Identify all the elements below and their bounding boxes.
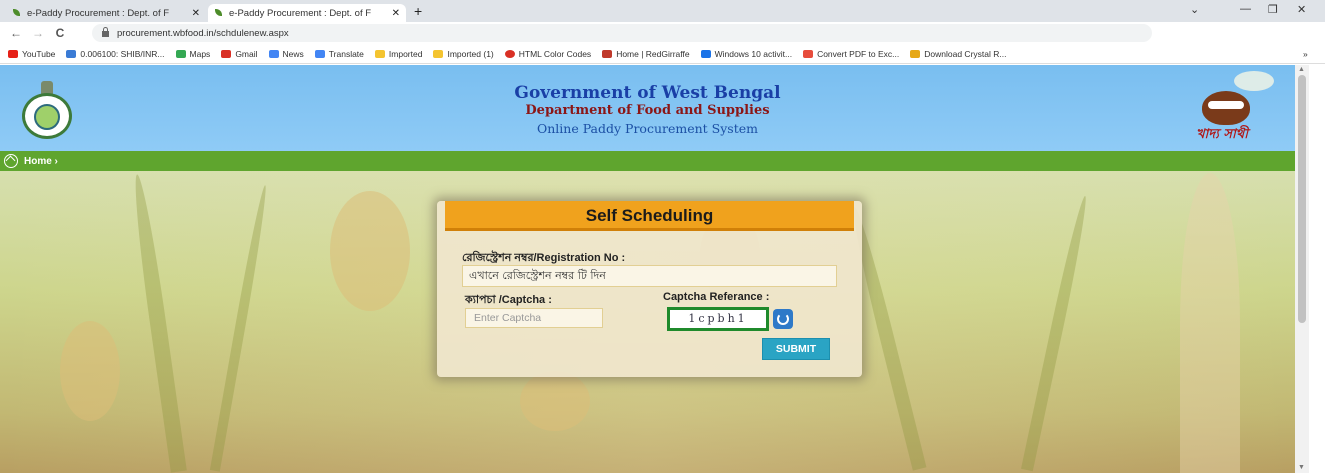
home-icon[interactable]: [4, 154, 18, 168]
browser-tab-bar: e-Paddy Procurement : Dept. of F ✕ e-Pad…: [0, 0, 1325, 22]
captcha-image: 1cpbh1: [667, 307, 769, 331]
bookmark-item[interactable]: Windows 10 activit...: [700, 49, 792, 59]
bookmark-item[interactable]: Home | RedGirraffe: [602, 49, 690, 59]
site-header: Government of West Bengal Department of …: [0, 65, 1295, 151]
gmail-icon: [221, 49, 232, 58]
captcha-reference-label: Captcha Referance :: [663, 291, 770, 303]
folder-icon: [374, 49, 385, 58]
youtube-icon: [8, 49, 18, 58]
reload-icon[interactable]: C: [54, 26, 66, 40]
tab-title: e-Paddy Procurement : Dept. of F: [27, 7, 170, 19]
nav-bar: Home ›: [0, 151, 1295, 171]
refresh-captcha-icon[interactable]: [773, 309, 793, 329]
close-tab-icon[interactable]: ✕: [392, 8, 400, 19]
crystal-icon: [910, 49, 921, 58]
submit-button[interactable]: SUBMIT: [762, 338, 830, 360]
khadya-sathi-logo: খাদ্য সাথী: [1190, 69, 1295, 149]
translate-icon: [314, 49, 325, 58]
header-title: Government of West Bengal: [514, 83, 781, 103]
pot-icon: [1202, 91, 1250, 125]
color-codes-icon: [504, 49, 515, 58]
card-heading: Self Scheduling: [445, 201, 854, 231]
bookmark-item[interactable]: Translate: [314, 49, 364, 59]
forward-icon[interactable]: →: [32, 26, 44, 40]
favicon-icon: [12, 8, 22, 18]
address-bar-row: ← → C procurement.wbfood.in/schdulenew.a…: [0, 22, 1325, 60]
bookmark-item[interactable]: Gmail: [221, 49, 258, 59]
back-icon[interactable]: ←: [10, 26, 22, 40]
browser-tab-active[interactable]: e-Paddy Procurement : Dept. of F ✕: [208, 4, 406, 22]
favicon-icon: [214, 8, 224, 18]
lock-icon: [102, 27, 109, 37]
giraffe-icon: [602, 49, 613, 58]
registration-input[interactable]: এখানে রেজিস্ট্রেশন নম্বর টি দিন: [462, 265, 837, 287]
close-window-icon[interactable]: ✕: [1297, 3, 1306, 16]
windows-icon: [700, 49, 711, 58]
bookmark-item[interactable]: News: [268, 49, 304, 59]
bookmark-item[interactable]: HTML Color Codes: [504, 49, 591, 59]
new-tab-button[interactable]: +: [414, 3, 422, 19]
header-system: Online Paddy Procurement System: [536, 121, 758, 136]
bookmark-item[interactable]: 0.006100: SHIB/INR...: [66, 49, 165, 59]
bookmark-item[interactable]: Convert PDF to Exc...: [803, 49, 899, 59]
header-department: Department of Food and Supplies: [525, 103, 770, 118]
url-field[interactable]: procurement.wbfood.in/schdulenew.aspx: [92, 24, 1152, 42]
page-scrollbar[interactable]: ▲ ▼: [1295, 65, 1309, 473]
bookmark-item[interactable]: Download Crystal R...: [910, 49, 1006, 59]
captcha-input[interactable]: Enter Captcha: [465, 308, 603, 328]
self-scheduling-card: Self Scheduling রেজিস্ট্রেশন নম্বর/Regis…: [437, 201, 862, 377]
bookmark-item[interactable]: Imported: [374, 49, 422, 59]
home-link[interactable]: Home ›: [24, 156, 58, 167]
restore-icon[interactable]: ❐: [1268, 3, 1278, 16]
browser-tab[interactable]: e-Paddy Procurement : Dept. of F ✕: [6, 4, 206, 22]
news-icon: [268, 49, 279, 58]
more-bookmarks-icon[interactable]: »: [1303, 49, 1308, 59]
bookmark-item[interactable]: Maps: [175, 49, 210, 59]
minimize-icon[interactable]: —: [1240, 3, 1251, 15]
folder-icon: [433, 49, 444, 58]
tab-title: e-Paddy Procurement : Dept. of F: [229, 7, 372, 19]
scroll-down-icon[interactable]: ▼: [1298, 464, 1305, 471]
pdf-icon: [803, 49, 814, 58]
maps-icon: [175, 49, 186, 58]
bookmark-item[interactable]: YouTube: [8, 49, 55, 59]
bookmarks-bar: YouTube 0.006100: SHIB/INR... Maps Gmail…: [0, 44, 1325, 64]
scrollbar-thumb[interactable]: [1298, 75, 1306, 323]
tab-search-icon[interactable]: ⌄: [1190, 3, 1199, 16]
bookmark-icon: [66, 49, 77, 58]
url-text: procurement.wbfood.in/schdulenew.aspx: [117, 27, 289, 39]
bookmark-item[interactable]: Imported (1): [433, 49, 494, 59]
close-tab-icon[interactable]: ✕: [192, 8, 200, 19]
scroll-up-icon[interactable]: ▲: [1298, 66, 1305, 73]
